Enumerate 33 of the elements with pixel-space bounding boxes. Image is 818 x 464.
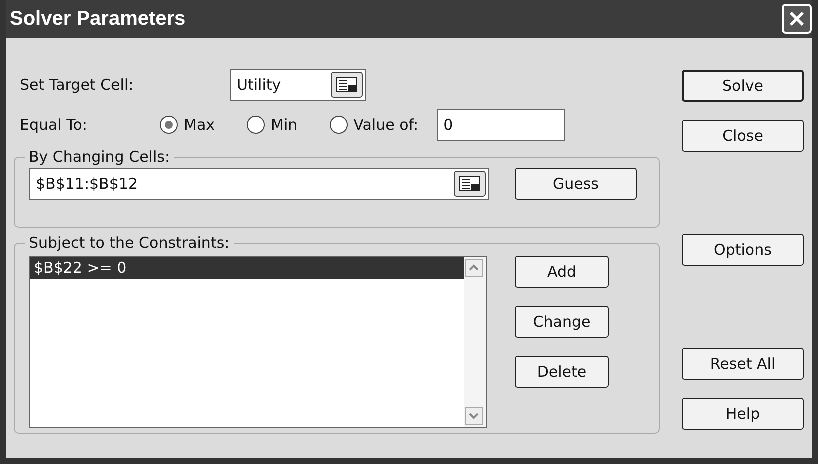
constraint-button[interactable]: Delete (515, 356, 609, 388)
radio-button[interactable] (247, 116, 266, 134)
radio-option[interactable]: Min (247, 116, 298, 134)
group-label: Subject to the Constraints: (28, 234, 231, 252)
collapse-dialog-button[interactable] (454, 171, 486, 197)
range-select-icon (334, 75, 360, 95)
dialog-button[interactable]: Close (682, 120, 804, 152)
window-title: Solver Parameters (10, 8, 186, 30)
radio-button[interactable] (330, 116, 348, 134)
dialog-button[interactable]: Help (682, 398, 804, 430)
dialog-button[interactable]: Reset All (682, 348, 804, 380)
dialog-button[interactable]: Options (682, 234, 804, 266)
group-label: By Changing Cells: (28, 148, 172, 166)
guess-button[interactable]: Guess (515, 168, 637, 200)
constraint-button[interactable]: Add (515, 256, 609, 288)
scroll-up-icon[interactable] (465, 259, 483, 277)
radio-button[interactable] (160, 116, 178, 134)
range-select-icon (457, 174, 483, 194)
constraint-item[interactable]: $B$22 >= 0 (30, 257, 464, 279)
dialog-button[interactable]: Solve (682, 70, 804, 102)
constraint-button[interactable]: Change (515, 306, 609, 338)
close-button[interactable] (782, 4, 812, 34)
scroll-down-icon[interactable] (465, 407, 483, 425)
radio-option[interactable]: Value of: (330, 116, 419, 134)
changing-cells-field[interactable]: $B$11:$B$12 (29, 168, 489, 200)
scroll-bar[interactable] (464, 257, 486, 427)
collapse-dialog-button[interactable] (331, 72, 363, 98)
constraints-list[interactable]: $B$22 >= 0 (29, 256, 487, 428)
equal-to-label: Equal To: (20, 116, 88, 134)
radio-option[interactable]: Max (160, 116, 216, 134)
target-cell-label: Set Target Cell: (20, 76, 135, 94)
target-cell-field[interactable]: Utility (230, 69, 366, 101)
value-field[interactable]: 0 (436, 109, 565, 141)
